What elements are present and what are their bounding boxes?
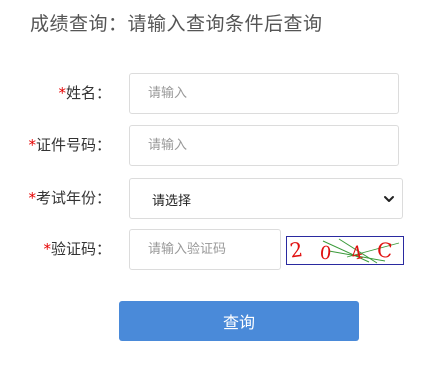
query-button[interactable]: 查询 bbox=[119, 301, 359, 341]
required-mark: * bbox=[28, 189, 36, 207]
captcha-label: *验证码： bbox=[43, 238, 111, 259]
id-number-label: *证件号码： bbox=[28, 134, 111, 155]
chevron-down-icon bbox=[384, 196, 394, 202]
captcha-image[interactable]: 2 0 4 C bbox=[286, 236, 404, 265]
captcha-input[interactable] bbox=[129, 229, 281, 270]
required-mark: * bbox=[43, 240, 51, 258]
id-number-label-text: 证件号码： bbox=[35, 136, 111, 154]
captcha-char: C bbox=[376, 238, 393, 263]
exam-year-selected-value: 请选择 bbox=[152, 194, 192, 209]
captcha-char: 4 bbox=[349, 242, 365, 264]
required-mark: * bbox=[58, 84, 66, 102]
name-label-text: 姓名： bbox=[65, 84, 111, 102]
page-title: 成绩查询：请输入查询条件后查询 bbox=[30, 13, 323, 35]
required-mark: * bbox=[28, 136, 36, 154]
captcha-char: 0 bbox=[319, 243, 333, 264]
name-label: *姓名： bbox=[58, 82, 111, 103]
name-input[interactable] bbox=[129, 73, 399, 114]
id-number-input[interactable] bbox=[129, 125, 399, 166]
exam-year-select[interactable]: 请选择 bbox=[129, 178, 403, 219]
captcha-graphic: 2 0 4 C bbox=[288, 237, 400, 265]
exam-year-label: *考试年份： bbox=[28, 187, 111, 208]
exam-year-label-text: 考试年份： bbox=[35, 189, 111, 207]
captcha-label-text: 验证码： bbox=[50, 240, 111, 258]
captcha-char: 2 bbox=[288, 237, 304, 263]
